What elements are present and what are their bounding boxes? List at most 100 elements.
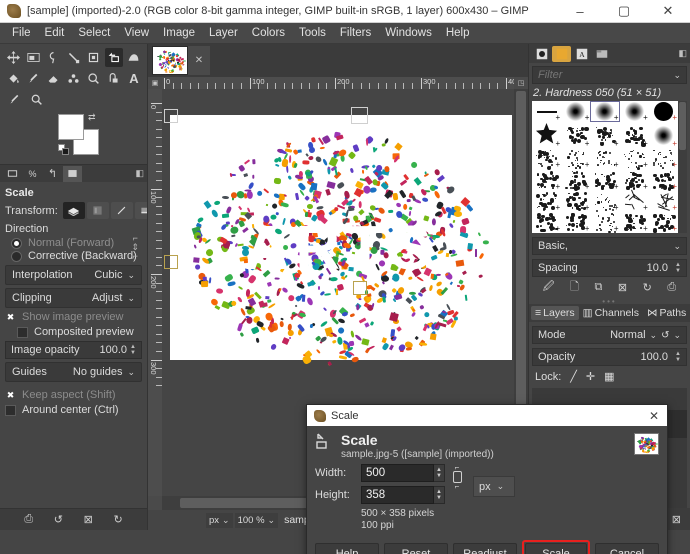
readjust-button[interactable]: Readjust — [453, 543, 517, 554]
brush-swatch[interactable]: + — [590, 122, 619, 148]
brush-swatch[interactable]: + — [532, 122, 561, 148]
brush-filter-input[interactable] — [538, 69, 673, 81]
fonts-tab[interactable]: A — [572, 46, 591, 62]
cancel-button[interactable]: Cancel — [595, 543, 659, 554]
image-opacity-slider[interactable]: Image opacity 100.0 ▲▼ — [5, 341, 142, 359]
paths-tool-icon[interactable] — [64, 48, 82, 67]
delete-brush-button[interactable]: ⊠ — [618, 281, 627, 294]
canvas-image[interactable]: ARTS — [170, 115, 512, 360]
dock-menu-icon[interactable]: ◧ — [135, 168, 144, 179]
zoom-tool-icon[interactable] — [26, 90, 46, 109]
warp-tool-icon[interactable] — [125, 48, 143, 67]
composited-preview-checkbox[interactable]: Composited preview — [17, 326, 142, 338]
brush-swatch[interactable]: + — [620, 169, 649, 190]
dock-separator-handle[interactable]: ••• — [529, 297, 690, 304]
zoom-selector[interactable]: 100 % ⌄ — [235, 513, 278, 528]
transform-handle-top-left[interactable] — [164, 109, 178, 123]
brush-swatch[interactable]: + — [649, 169, 678, 190]
restore-tool-preset-button[interactable]: ↺ — [54, 513, 63, 526]
swap-colors-icon[interactable]: ⇄ — [88, 112, 96, 123]
direction-option-normal[interactable]: Normal (Forward) — [11, 237, 142, 249]
layer-mode-combo[interactable]: Mode Normal ⌄ ↺ ⌄ — [532, 326, 687, 344]
menu-tools[interactable]: Tools — [292, 25, 333, 41]
bucket-fill-tool-icon[interactable] — [4, 69, 22, 88]
tool-options-tab[interactable] — [63, 166, 82, 182]
horizontal-ruler[interactable]: 0100200300400 — [162, 77, 514, 89]
close-tab-icon[interactable]: ✕ — [188, 46, 210, 75]
delete-layer-button[interactable]: ⊠ — [672, 513, 681, 526]
brush-swatch[interactable]: + — [532, 169, 561, 190]
unit-selector[interactable]: px ⌄ — [206, 513, 233, 528]
close-button[interactable]: ✕ — [646, 0, 690, 22]
reset-tool-options-button[interactable]: ↻ — [113, 513, 122, 526]
brush-swatch[interactable]: + — [561, 169, 590, 190]
brush-swatch[interactable]: + — [649, 212, 678, 233]
reset-colors-icon[interactable] — [58, 144, 70, 156]
tool-presets-tab[interactable]: % — [23, 166, 42, 182]
vertical-ruler[interactable]: 0100200300 — [148, 89, 162, 496]
menu-select[interactable]: Select — [71, 25, 117, 41]
brush-swatch[interactable]: + — [532, 191, 561, 212]
brush-spacing-slider[interactable]: Spacing 10.0 ▲▼ — [532, 259, 687, 277]
unit-selector[interactable]: px ⌄ — [473, 476, 515, 497]
brush-swatch[interactable]: + — [649, 101, 678, 122]
brush-grid-scrollbar[interactable] — [678, 101, 687, 233]
brush-swatch[interactable]: + — [561, 122, 590, 148]
transform-handle-center[interactable] — [353, 281, 367, 295]
brush-swatch[interactable]: + — [561, 191, 590, 212]
spinner-icon[interactable]: ▲▼ — [675, 262, 681, 274]
width-input[interactable]: 500 — [361, 464, 434, 482]
delete-tool-preset-button[interactable]: ⊠ — [84, 513, 93, 526]
align-tool-icon[interactable] — [24, 48, 42, 67]
chevron-down-icon[interactable]: ⌄ — [673, 70, 681, 81]
spinner-icon[interactable]: ▲▼ — [130, 344, 136, 356]
scale-dialog-close-button[interactable]: ✕ — [649, 409, 659, 423]
brush-swatch[interactable]: + — [590, 101, 619, 122]
transform-handle-top-right[interactable] — [351, 107, 368, 124]
brush-grid[interactable]: ++++++++++++++++++++++++++++++ — [532, 101, 678, 233]
open-brush-as-image-button[interactable]: ⎙ — [667, 281, 676, 294]
brush-tag-combo[interactable]: Basic, ⌄ — [532, 237, 687, 255]
text-tool-icon[interactable]: A — [125, 69, 143, 88]
menu-filters[interactable]: Filters — [333, 25, 378, 41]
menu-layer[interactable]: Layer — [202, 25, 245, 41]
move-tool-icon[interactable] — [4, 48, 22, 67]
guides-combo[interactable]: Guides No guides⌄ — [5, 362, 142, 382]
brush-swatch[interactable]: + — [590, 169, 619, 190]
ruler-corner-left[interactable]: ▣ — [148, 77, 162, 89]
heal-tool-icon[interactable] — [105, 69, 123, 88]
brush-swatch[interactable]: + — [620, 212, 649, 233]
menu-image[interactable]: Image — [156, 25, 202, 41]
new-brush-button[interactable]: 🗋 — [570, 278, 579, 297]
height-spinner[interactable]: ▲▼ — [434, 486, 445, 504]
tab-paths[interactable]: ⋈ Paths — [643, 306, 690, 320]
tab-layers[interactable]: ≡ Layers — [531, 306, 579, 320]
interpolation-combo[interactable]: Interpolation Cubic⌄ — [5, 265, 142, 285]
menu-edit[interactable]: Edit — [38, 25, 72, 41]
transform-tool-icon[interactable] — [105, 48, 123, 67]
tab-channels[interactable]: ▥ Channels — [579, 306, 643, 320]
crop-tool-icon[interactable] — [85, 48, 103, 67]
brush-swatch[interactable]: + — [620, 191, 649, 212]
menu-file[interactable]: File — [5, 25, 38, 41]
quick-mask-toggle[interactable]: ◳ — [514, 77, 528, 89]
foreground-color-swatch[interactable] — [58, 114, 84, 140]
brush-swatch[interactable]: + — [590, 148, 619, 169]
reset-button[interactable]: Reset — [384, 543, 448, 554]
document-history-tab[interactable] — [592, 46, 611, 62]
width-spinner[interactable]: ▲▼ — [434, 464, 445, 482]
brush-filter-bar[interactable]: ⌄ — [532, 66, 687, 84]
clone-tool-icon[interactable] — [85, 69, 103, 88]
eraser-tool-icon[interactable] — [44, 69, 62, 88]
brush-swatch[interactable]: + — [649, 191, 678, 212]
lock-pixels-icon[interactable]: ╱ — [570, 370, 577, 383]
free-select-tool-icon[interactable] — [44, 48, 62, 67]
minimize-button[interactable]: – — [558, 0, 602, 22]
image-tab-thumbnail[interactable] — [152, 46, 188, 75]
undo-history-tab[interactable]: ↰ — [43, 166, 62, 182]
duplicate-brush-button[interactable]: ⧉ — [594, 281, 602, 294]
refresh-brushes-button[interactable]: ↻ — [643, 281, 652, 294]
patterns-tab[interactable] — [552, 46, 571, 62]
brush-swatch[interactable]: + — [649, 148, 678, 169]
menu-help[interactable]: Help — [439, 25, 477, 41]
